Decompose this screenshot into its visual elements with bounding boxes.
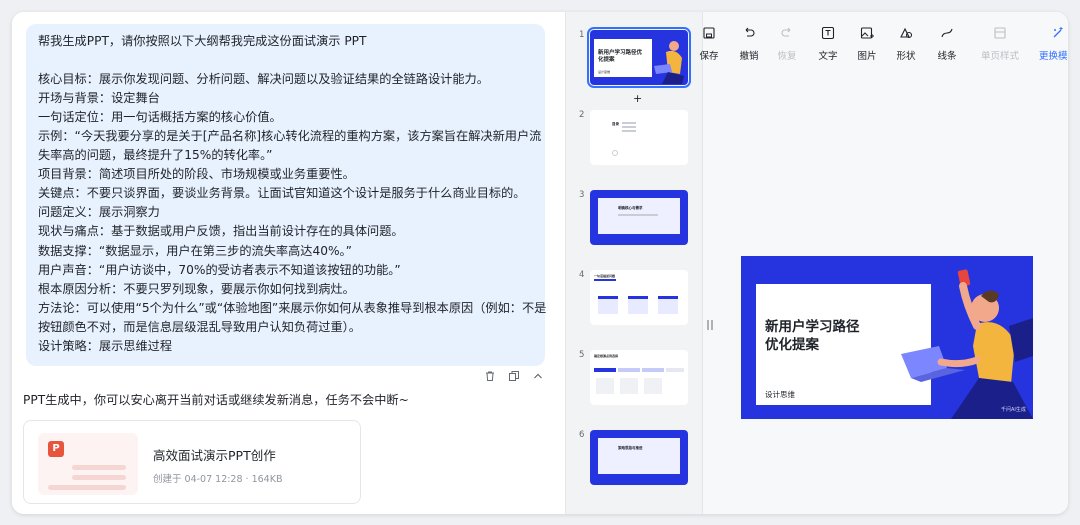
undo-button[interactable]: 撤销 xyxy=(729,26,769,63)
shape-tool-button[interactable]: 形状 xyxy=(886,26,926,63)
slide-thumbnail-5[interactable]: 确定根源点到选择 xyxy=(590,350,688,405)
line-icon xyxy=(941,28,953,38)
prompt-line: 设计策略：展示思维过程 xyxy=(38,338,173,353)
panel-resize-handle[interactable] xyxy=(706,318,714,332)
shape-icon xyxy=(900,27,913,39)
page-style-icon xyxy=(994,27,1006,39)
slide-thumbnail-1[interactable]: 新用户学习路径优化提案 设计思维 xyxy=(587,27,691,88)
slide-number: 4 xyxy=(579,270,585,280)
user-message-bubble: 帮我生成PPT，请你按照以下大纲帮我完成这份面试演示 PPT 核心目标：展示你发现… xyxy=(26,24,547,366)
prompt-line: 现状与痛点：基于数据或用户反馈，指出当前设计存在的具体问题。 xyxy=(38,224,404,239)
image-tool-button[interactable]: 图片 xyxy=(847,26,887,63)
app-window: 帮我生成PPT，请你按照以下大纲帮我完成这份面试演示 PPT 核心目标：展示你发现… xyxy=(12,12,1068,514)
slide-title: 新用户学习路径 优化提案 xyxy=(765,319,860,353)
prompt-line: 方法论：可以使用“5个为什么”或“体验地图”来展示你如何从表象推导到根本原因（例… xyxy=(38,300,547,315)
single-page-style-button[interactable]: 单页样式 xyxy=(975,26,1025,63)
slide-thumbnail-3[interactable]: 明确核心与需求 xyxy=(590,190,688,245)
redo-button[interactable]: 恢复 xyxy=(767,26,807,63)
slide-number: 5 xyxy=(579,350,585,360)
ppt-file-icon: P xyxy=(48,441,64,457)
prompt-line: 关键点：不要只谈界面，要谈业务背景。让面试官知道这个设计是服务于什么商业目标的。 xyxy=(38,186,526,201)
editor-toolbar: 保存 撤销 恢复 文字 图片 形状 线条 单页样式 更换模 xyxy=(699,12,1068,66)
prompt-line: 一句话定位：用一句话概括方案的核心价值。 xyxy=(38,110,282,125)
copy-icon[interactable] xyxy=(508,367,520,381)
magic-wand-icon xyxy=(1053,27,1063,38)
slide-canvas[interactable]: 新用户学习路径 优化提案 设计思维 千问AI生成 xyxy=(741,256,1033,419)
prompt-line: 用户声音：“用户访谈中，70%的受访者表示不知道该按钮的功能。” xyxy=(38,262,401,277)
image-icon xyxy=(860,27,874,39)
generator-logo: 千问AI生成 xyxy=(1001,407,1026,413)
slide-thumbnail-panel: 1 新用户学习路径优化提案 设计思维 + 2 目录 3 明确核心与需求 4 一句… xyxy=(565,12,702,514)
change-template-button[interactable]: 更换模板 xyxy=(1033,26,1068,63)
save-button[interactable]: 保存 xyxy=(689,26,729,63)
slide-subtitle: 设计思维 xyxy=(765,390,795,399)
slide-thumb-subtitle: 设计思维 xyxy=(598,70,611,74)
add-slide-button[interactable]: + xyxy=(633,92,642,105)
undo-icon xyxy=(745,27,755,37)
prompt-line: 帮我生成PPT，请你按照以下大纲帮我完成这份面试演示 PPT xyxy=(38,34,367,48)
prompt-line xyxy=(38,51,533,70)
prompt-line: 按钮颜色不对，而是信息层级混乱导致用户认知负荷过重）。 xyxy=(38,319,361,334)
chat-panel: 帮我生成PPT，请你按照以下大纲帮我完成这份面试演示 PPT 核心目标：展示你发现… xyxy=(12,12,565,514)
save-icon xyxy=(703,27,715,39)
slide-thumbnail-4[interactable]: 一句话描述问题 xyxy=(590,270,688,325)
text-tool-button[interactable]: 文字 xyxy=(808,26,848,63)
slide-number: 2 xyxy=(579,110,585,120)
slide-number: 3 xyxy=(579,190,585,200)
person-laptop-illustration xyxy=(901,269,1033,419)
slide-thumbnail-2[interactable]: 目录 xyxy=(590,110,688,165)
slide-editor: 保存 撤销 恢复 文字 图片 形状 线条 单页样式 更换模 新用户学习路径 优化… xyxy=(699,12,1068,514)
slide-number: 6 xyxy=(579,430,585,440)
prompt-line: 开场与背景：设定舞台 xyxy=(38,91,160,106)
text-icon xyxy=(821,26,835,40)
delete-icon[interactable] xyxy=(484,367,496,381)
slide-number: 1 xyxy=(579,30,585,40)
prompt-line: 问题定义：展示洞察力 xyxy=(38,205,160,220)
prompt-line: 项目背景：简述项目所处的阶段、市场规模或业务重要性。 xyxy=(38,167,355,182)
generation-status-text: PPT生成中，你可以安心离开当前对话或继续发新消息，任务不会中断~ xyxy=(23,393,409,407)
slide-thumb-title: 新用户学习路径优化提案 xyxy=(598,50,643,63)
prompt-line: 核心目标：展示你发现问题、分析问题、解决问题以及验证结果的全链路设计能力。 xyxy=(38,72,489,87)
redo-icon xyxy=(781,27,791,37)
slide-thumbnail-6[interactable]: 策略思路与推进 xyxy=(590,430,688,485)
prompt-line: 失率高的问题，最终提升了15%的转化率。” xyxy=(38,148,273,163)
prompt-line: 数据支撑：“数据显示，用户在第三步的流失率高达40%。” xyxy=(38,243,352,258)
message-actions xyxy=(484,367,544,381)
ppt-file-title: 高效面试演示PPT创作 xyxy=(153,448,276,463)
ppt-file-card[interactable]: P 高效面试演示PPT创作 创建于 04-07 12:28 · 164KB xyxy=(23,420,361,504)
prompt-line: 示例：“今天我要分享的是关于[产品名称]核心转化流程的重构方案，该方案旨在解决新… xyxy=(38,129,542,144)
prompt-line: 根本原因分析：不要只罗列现象，要展示你如何找到病灶。 xyxy=(38,281,355,296)
line-tool-button[interactable]: 线条 xyxy=(927,26,967,63)
collapse-icon[interactable] xyxy=(532,367,544,379)
ppt-file-thumbnail: P xyxy=(38,433,138,495)
ppt-file-meta: 创建于 04-07 12:28 · 164KB xyxy=(153,474,283,485)
